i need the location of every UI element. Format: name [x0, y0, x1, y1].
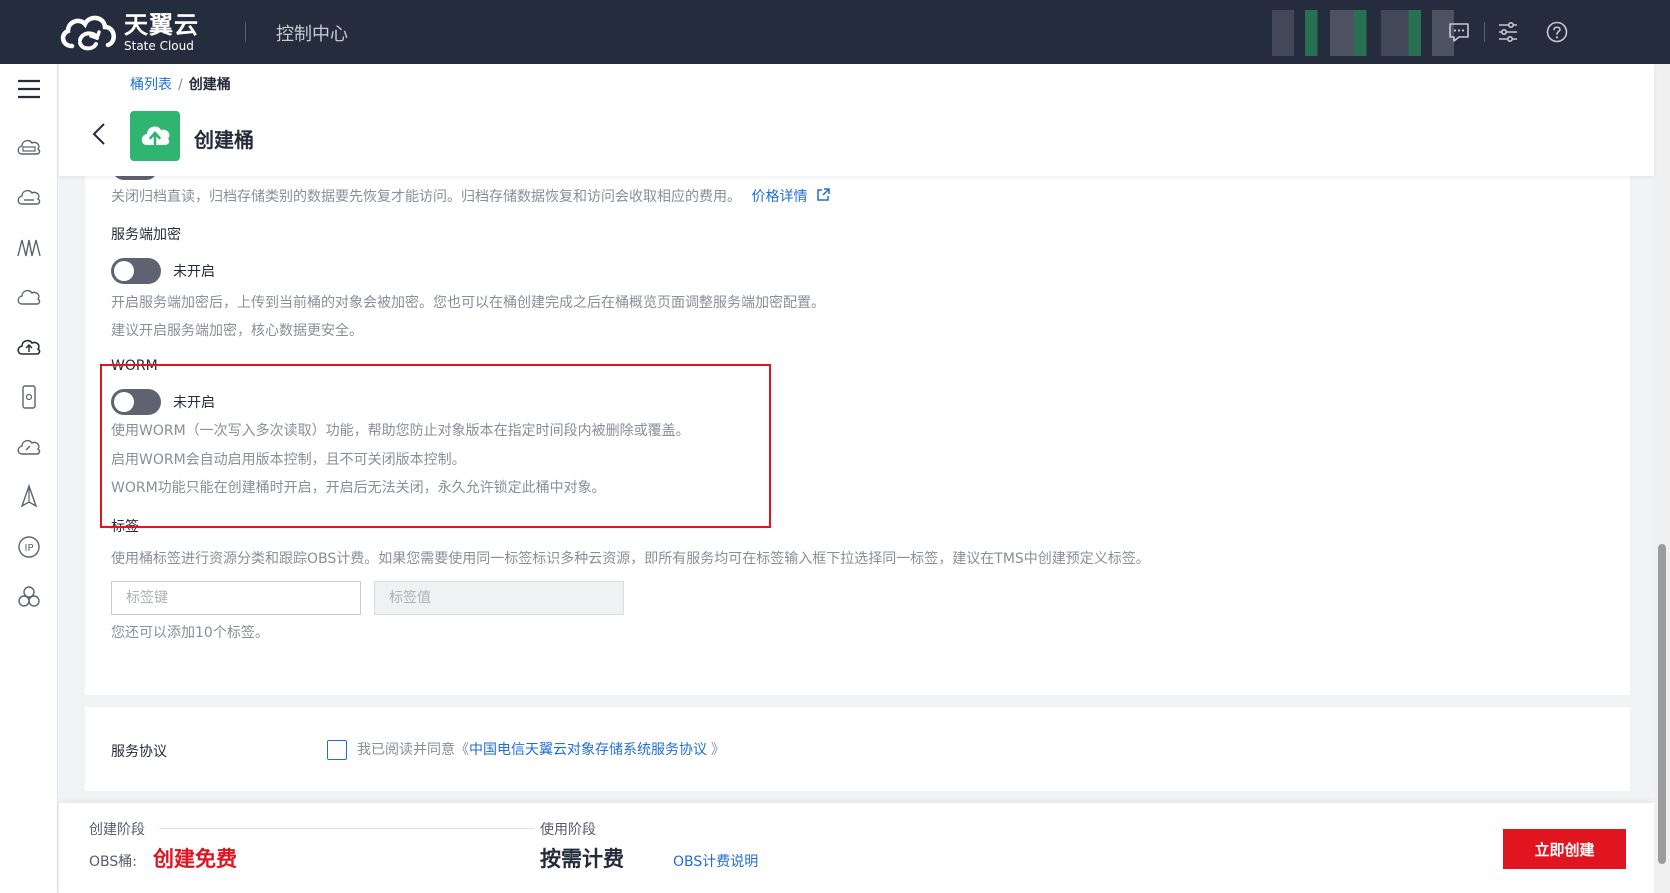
price-details-link[interactable]: 价格详情: [751, 189, 807, 205]
logo[interactable]: 天翼云 State Cloud: [58, 12, 199, 52]
agreement-suffix: 》: [711, 742, 725, 758]
tag-key-input[interactable]: [111, 581, 361, 615]
network-icon[interactable]: [16, 234, 42, 260]
stage-divider: [159, 828, 534, 829]
worm-desc-3: WORM功能只能在创建桶时开启，开启后无法关闭，永久允许锁定此桶中对象。: [111, 480, 606, 496]
external-link-icon[interactable]: [815, 187, 831, 203]
tags-remaining: 您还可以添加10个标签。: [111, 625, 269, 641]
back-arrow-icon[interactable]: [89, 120, 109, 148]
breadcrumb-bucket-list[interactable]: 桶列表: [130, 77, 172, 93]
create-now-button[interactable]: 立即创建: [1503, 829, 1626, 869]
bucket-config-card: 关闭归档直读，归档存储类别的数据要先恢复才能访问。归档存储数据恢复和访问会收取相…: [85, 168, 1630, 695]
encryption-desc-2: 建议开启服务端加密，核心数据更安全。: [111, 323, 363, 339]
console-title[interactable]: 控制中心: [276, 20, 348, 46]
compass-icon[interactable]: [16, 484, 42, 510]
encryption-label: 服务端加密: [111, 227, 181, 243]
top-bar: 天翼云 State Cloud 控制中心: [0, 0, 1670, 64]
worm-toggle[interactable]: [111, 389, 161, 415]
page-scrollbar[interactable]: [1654, 64, 1670, 893]
breadcrumb-separator: /: [178, 77, 183, 93]
cloud-icon[interactable]: [16, 284, 42, 310]
left-nav: IP: [0, 64, 58, 893]
help-icon[interactable]: [1545, 20, 1569, 44]
cluster-icon[interactable]: [16, 584, 42, 610]
divider: [245, 22, 246, 42]
bucket-upload-icon: [130, 111, 180, 161]
user-account-blurred[interactable]: [1272, 10, 1454, 56]
divider: [1484, 22, 1485, 42]
stage1-label: 创建阶段: [89, 822, 145, 838]
footer-bar: 创建阶段 OBS桶: 创建免费 使用阶段 按需计费 OBS计费说明 立即创建: [59, 803, 1654, 893]
tag-value-input[interactable]: [374, 581, 624, 615]
scrollbar-thumb[interactable]: [1658, 544, 1666, 864]
encryption-desc-1: 开启服务端加密后，上传到当前桶的对象会被加密。您也可以在桶创建完成之后在桶概览页…: [111, 295, 825, 311]
svg-text:IP: IP: [25, 543, 34, 554]
billing-info-link[interactable]: OBS计费说明: [673, 851, 758, 871]
breadcrumb-current: 创建桶: [188, 77, 231, 93]
page-title: 创建桶: [194, 128, 254, 152]
agreement-link[interactable]: 中国电信天翼云对象存储系统服务协议: [469, 742, 707, 758]
encryption-toggle-row: 未开启: [111, 258, 215, 284]
agreement-label: 服务协议: [111, 744, 167, 760]
worm-toggle-row: 未开启: [111, 389, 215, 415]
encryption-toggle-state: 未开启: [173, 264, 215, 280]
tags-label: 标签: [111, 519, 139, 535]
stage2-price: 按需计费: [540, 847, 624, 871]
ip-icon[interactable]: IP: [16, 534, 42, 560]
object-storage-icon[interactable]: [16, 334, 42, 360]
worm-toggle-state: 未开启: [173, 395, 215, 411]
archive-desc: 关闭归档直读，归档存储类别的数据要先恢复才能访问。归档存储数据恢复和访问会收取相…: [111, 186, 831, 206]
speed-cloud-icon[interactable]: [16, 434, 42, 460]
stage2-label: 使用阶段: [540, 822, 596, 838]
encryption-toggle[interactable]: [111, 258, 161, 284]
logo-cloud-icon: [60, 15, 116, 51]
agreement-text: 我已阅读并同意《中国电信天翼云对象存储系统服务协议》: [357, 739, 725, 759]
page-header: 桶列表 / 创建桶 创建桶: [59, 64, 1654, 176]
worm-desc-2: 启用WORM会自动启用版本控制，且不可关闭版本控制。: [111, 452, 466, 468]
settings-sliders-icon[interactable]: [1496, 20, 1520, 44]
message-icon[interactable]: [1447, 20, 1471, 44]
cloud-server-icon[interactable]: [16, 134, 42, 160]
menu-icon[interactable]: [16, 76, 42, 102]
agreement-prefix: 我已阅读并同意《: [357, 742, 469, 758]
worm-label: WORM: [111, 358, 158, 374]
mobile-icon[interactable]: [16, 384, 42, 410]
breadcrumb: 桶列表 / 创建桶: [130, 74, 231, 94]
service-agreement-card: 服务协议 我已阅读并同意《中国电信天翼云对象存储系统服务协议》: [85, 707, 1630, 791]
tags-desc: 使用桶标签进行资源分类和跟踪OBS计费。如果您需要使用同一标签标识多种云资源，即…: [111, 551, 1150, 567]
cloud-disk-icon[interactable]: [16, 184, 42, 210]
worm-desc-1: 使用WORM（一次写入多次读取）功能，帮助您防止对象版本在指定时间段内被删除或覆…: [111, 423, 690, 439]
stage1-item: OBS桶:: [89, 854, 137, 870]
stage1-price: 创建免费: [153, 847, 237, 871]
agreement-checkbox[interactable]: [327, 740, 347, 760]
archive-desc-text: 关闭归档直读，归档存储类别的数据要先恢复才能访问。归档存储数据恢复和访问会收取相…: [111, 189, 741, 205]
logo-text-en: State Cloud: [124, 38, 194, 53]
logo-text-cn: 天翼云: [124, 10, 199, 39]
